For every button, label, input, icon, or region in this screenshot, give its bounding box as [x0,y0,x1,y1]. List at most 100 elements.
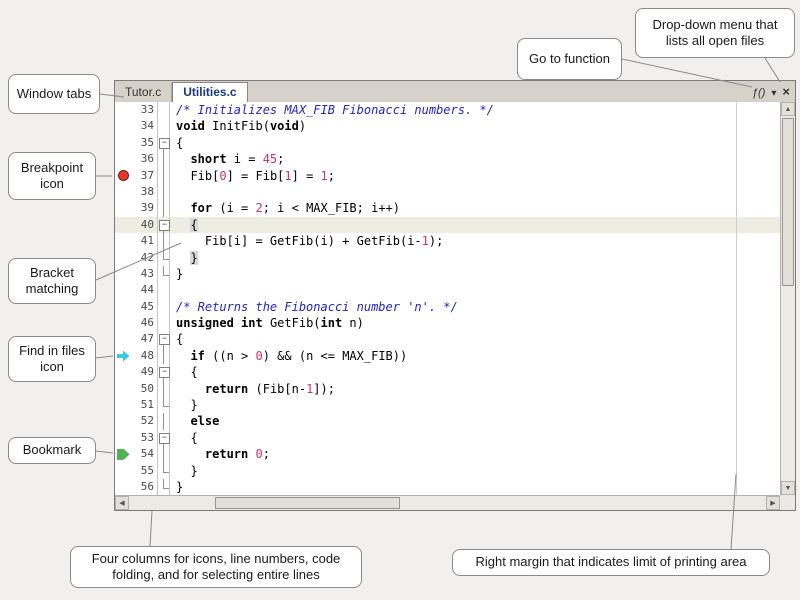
close-icon[interactable]: × [782,84,790,99]
code-line[interactable]: 48 if ((n > 0) && (n <= MAX_FIB)) [115,348,780,364]
gutter-icon-cell[interactable] [115,413,131,429]
gutter-icon-cell[interactable] [115,118,131,134]
gutter-icon-cell[interactable] [115,348,131,364]
fold-column[interactable] [157,102,170,118]
code-line[interactable]: 55 } [115,463,780,479]
code-line[interactable]: 42 } [115,250,780,266]
go-to-function-icon[interactable]: ƒ() [752,87,765,99]
fold-collapse-icon[interactable]: − [159,138,170,149]
code-text[interactable] [176,282,780,298]
fold-column[interactable] [157,184,170,200]
gutter-icon-cell[interactable] [115,102,131,118]
code-text[interactable]: } [176,479,780,495]
code-text[interactable]: for (i = 2; i < MAX_FIB; i++) [176,200,780,216]
code-line[interactable]: 36 short i = 45; [115,151,780,167]
fold-column[interactable] [157,463,170,479]
fold-column[interactable] [157,315,170,331]
code-line[interactable]: 46unsigned int GetFib(int n) [115,315,780,331]
code-area[interactable]: 33/* Initializes MAX_FIB Fibonacci numbe… [115,102,780,495]
code-line[interactable]: 43} [115,266,780,282]
horizontal-scrollbar-thumb[interactable] [215,497,400,509]
open-files-dropdown-icon[interactable]: ▾ [771,88,776,99]
fold-column[interactable] [157,348,170,364]
gutter-icon-cell[interactable] [115,479,131,495]
code-line[interactable]: 45/* Returns the Fibonacci number 'n'. *… [115,299,780,315]
fold-column[interactable]: − [157,331,170,347]
code-line[interactable]: 39 for (i = 2; i < MAX_FIB; i++) [115,200,780,216]
fold-column[interactable] [157,250,170,266]
scroll-right-icon[interactable]: ▶ [766,496,780,510]
tab-tutor-c[interactable]: Tutor.c [115,83,172,102]
fold-column[interactable] [157,200,170,216]
fold-column[interactable] [157,479,170,495]
code-line[interactable]: 47−{ [115,331,780,347]
gutter-icon-cell[interactable] [115,168,131,184]
code-line[interactable]: 40− { [115,217,780,233]
fold-column[interactable]: − [157,364,170,380]
scroll-up-icon[interactable]: ▲ [781,102,795,116]
code-text[interactable]: if ((n > 0) && (n <= MAX_FIB)) [176,348,780,364]
gutter-icon-cell[interactable] [115,135,131,151]
code-line[interactable]: 44 [115,282,780,298]
scroll-down-icon[interactable]: ▼ [781,481,795,495]
tab-utilities-c[interactable]: Utilities.c [172,82,247,103]
gutter-icon-cell[interactable] [115,299,131,315]
code-line[interactable]: 35−{ [115,135,780,151]
fold-column[interactable]: − [157,217,170,233]
gutter-icon-cell[interactable] [115,233,131,249]
fold-column[interactable] [157,151,170,167]
fold-column[interactable] [157,446,170,462]
code-line[interactable]: 50 return (Fib[n-1]); [115,381,780,397]
code-text[interactable]: /* Initializes MAX_FIB Fibonacci numbers… [176,102,780,118]
code-text[interactable]: Fib[0] = Fib[1] = 1; [176,168,780,184]
gutter-icon-cell[interactable] [115,381,131,397]
code-line[interactable]: 49− { [115,364,780,380]
fold-collapse-icon[interactable]: − [159,433,170,444]
gutter-icon-cell[interactable] [115,397,131,413]
fold-collapse-icon[interactable]: − [159,367,170,378]
fold-column[interactable] [157,266,170,282]
vertical-scrollbar-thumb[interactable] [782,118,794,286]
code-line[interactable]: 56} [115,479,780,495]
code-line[interactable]: 34void InitFib(void) [115,118,780,134]
code-text[interactable] [176,184,780,200]
code-text[interactable]: return (Fib[n-1]); [176,381,780,397]
code-text[interactable]: /* Returns the Fibonacci number 'n'. */ [176,299,780,315]
code-line[interactable]: 37 Fib[0] = Fib[1] = 1; [115,168,780,184]
gutter-icon-cell[interactable] [115,217,131,233]
gutter-icon-cell[interactable] [115,463,131,479]
scroll-left-icon[interactable]: ◀ [115,496,129,510]
bookmark-icon[interactable] [117,449,130,460]
gutter-icon-cell[interactable] [115,315,131,331]
breakpoint-icon[interactable] [118,170,129,181]
fold-collapse-icon[interactable]: − [159,334,170,345]
gutter-icon-cell[interactable] [115,200,131,216]
code-text[interactable]: } [176,266,780,282]
gutter-icon-cell[interactable] [115,266,131,282]
fold-column[interactable] [157,118,170,134]
gutter-icon-cell[interactable] [115,446,131,462]
code-text[interactable]: } [176,463,780,479]
code-text[interactable]: else [176,413,780,429]
gutter-icon-cell[interactable] [115,331,131,347]
code-text[interactable]: unsigned int GetFib(int n) [176,315,780,331]
gutter-icon-cell[interactable] [115,430,131,446]
code-line[interactable]: 33/* Initializes MAX_FIB Fibonacci numbe… [115,102,780,118]
fold-column[interactable] [157,413,170,429]
code-line[interactable]: 53− { [115,430,780,446]
code-text[interactable]: } [176,250,780,266]
fold-column[interactable]: − [157,430,170,446]
vertical-scrollbar[interactable]: ▲ ▼ [780,102,795,495]
fold-column[interactable] [157,397,170,413]
gutter-icon-cell[interactable] [115,282,131,298]
code-text[interactable]: { [176,217,780,233]
code-text[interactable]: short i = 45; [176,151,780,167]
code-line[interactable]: 41 Fib[i] = GetFib(i) + GetFib(i-1); [115,233,780,249]
find-in-files-icon[interactable] [117,351,130,362]
fold-column[interactable] [157,233,170,249]
fold-column[interactable] [157,381,170,397]
code-line[interactable]: 38 [115,184,780,200]
code-text[interactable]: { [176,364,780,380]
fold-column[interactable] [157,299,170,315]
fold-column[interactable] [157,282,170,298]
